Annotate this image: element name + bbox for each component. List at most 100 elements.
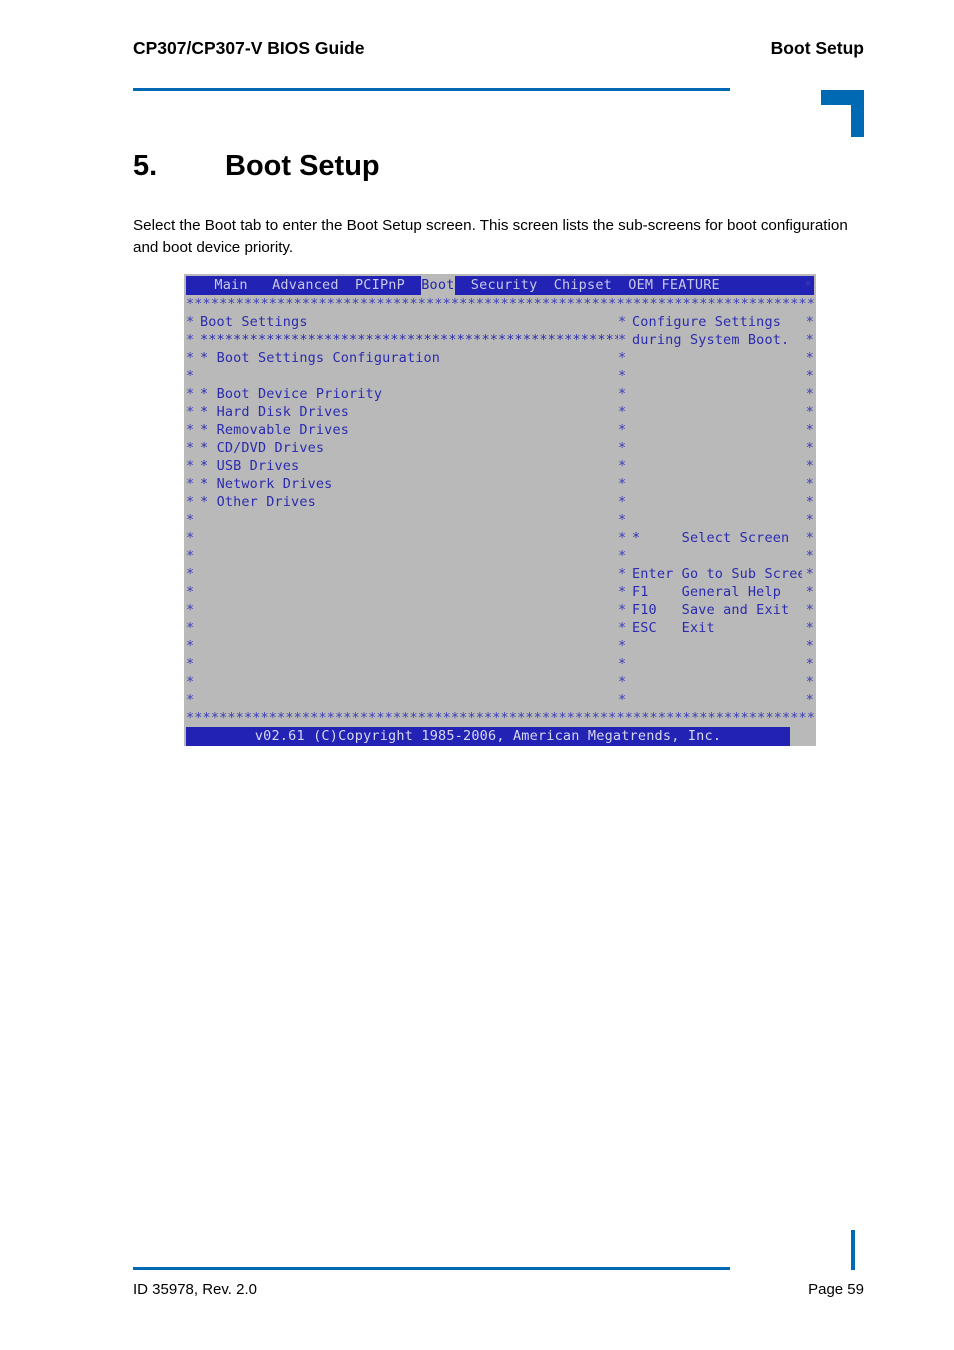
frame-edge-middle: * bbox=[618, 404, 627, 420]
frame-edge-middle: * bbox=[618, 530, 627, 546]
corner-marker-decoration bbox=[821, 90, 864, 137]
frame-edge-left: * bbox=[186, 530, 195, 546]
chapter-number: 5. bbox=[133, 150, 158, 182]
bios-empty-cell bbox=[200, 511, 618, 529]
page-title: 5. Boot Setup bbox=[133, 150, 380, 183]
bios-legend-action: General Help bbox=[648, 584, 782, 600]
frame-edge-right: * bbox=[805, 656, 814, 672]
bios-menu-item[interactable]: * Boot Device Priority bbox=[200, 385, 618, 403]
bios-menu-item[interactable]: * USB Drives bbox=[200, 457, 618, 475]
frame-edge-right: * bbox=[805, 368, 814, 384]
bios-content-row: * * Other Drives * * bbox=[186, 493, 814, 511]
bios-menu-item[interactable]: * CD/DVD Drives bbox=[200, 439, 618, 457]
bios-panel-title-underline: ****************************************… bbox=[200, 332, 618, 348]
frame-edge-middle: * bbox=[618, 350, 627, 366]
frame-edge-right: * bbox=[805, 512, 814, 528]
bios-legend-action: Select Screen bbox=[640, 530, 790, 546]
bios-content-row: * * Boot Device Priority * * bbox=[186, 385, 814, 403]
bios-content-row: * * USB Drives * * bbox=[186, 457, 814, 475]
bios-tab-pcipnp[interactable]: PCIPnP bbox=[355, 276, 405, 295]
bios-content-row: * * Removable Drives * * bbox=[186, 421, 814, 439]
bios-tab-main[interactable]: Main bbox=[214, 276, 247, 295]
frame-edge-left: * bbox=[186, 602, 195, 618]
bios-menu-item[interactable]: * Other Drives bbox=[200, 493, 618, 511]
frame-edge-middle: * bbox=[618, 494, 627, 510]
bios-legend-entry: F1 General Help bbox=[632, 583, 802, 601]
frame-edge-middle: * bbox=[618, 422, 627, 438]
bios-content-row: * * * bbox=[186, 367, 814, 385]
bios-bottom-padding bbox=[184, 746, 816, 749]
bios-tab-chipset[interactable]: Chipset bbox=[554, 276, 612, 295]
document-title: CP307/CP307-V BIOS Guide bbox=[133, 38, 365, 58]
bios-empty-cell bbox=[200, 367, 618, 385]
bios-empty-cell bbox=[200, 529, 618, 547]
bios-help-line-1: Configure Settings bbox=[632, 314, 781, 330]
frame-edge-right: * bbox=[805, 332, 814, 348]
bios-empty-cell bbox=[632, 637, 802, 655]
frame-edge-middle: * bbox=[618, 584, 627, 600]
bios-content-row: * * CD/DVD Drives * * bbox=[186, 439, 814, 457]
frame-edge-right: * bbox=[805, 386, 814, 402]
frame-edge-left: * bbox=[186, 548, 195, 564]
frame-edge-right: * bbox=[805, 404, 814, 420]
bios-panel-title-row: * Boot Settings * Configure Settings * bbox=[186, 313, 814, 331]
frame-edge-right: * bbox=[805, 620, 814, 636]
frame-edge-right: * bbox=[805, 458, 814, 474]
bios-tab-boot[interactable]: Boot bbox=[421, 276, 455, 295]
bios-legend-entry: Enter Go to Sub Screen bbox=[632, 565, 802, 583]
bios-menu-item-bullet: * bbox=[200, 440, 217, 456]
frame-edge-left: * bbox=[186, 458, 195, 474]
bios-legend-entry: * Select Screen bbox=[632, 529, 802, 547]
frame-edge-right: * bbox=[805, 692, 814, 708]
frame-edge-right: * bbox=[805, 314, 814, 330]
menubar-edge-star: * bbox=[803, 277, 812, 294]
bios-legend-action: Save and Exit bbox=[656, 602, 790, 618]
bios-empty-cell bbox=[200, 637, 618, 655]
frame-edge-left: * bbox=[186, 350, 195, 366]
bios-tab-oem-feature[interactable]: OEM FEATURE bbox=[628, 276, 720, 295]
bios-status-bar: v02.61 (C)Copyright 1985-2006, American … bbox=[186, 727, 790, 746]
bios-tab-security[interactable]: Security bbox=[471, 276, 538, 295]
bios-empty-cell bbox=[632, 691, 802, 709]
header-chapter-label: Boot Setup bbox=[770, 38, 864, 58]
bios-legend-entry: F10 Save and Exit bbox=[632, 601, 802, 619]
bios-empty-cell bbox=[200, 547, 618, 565]
bios-tab-advanced[interactable]: Advanced bbox=[272, 276, 339, 295]
bios-menu-bar: Main Advanced PCIPnP Boot Security Chips… bbox=[186, 276, 814, 295]
frame-edge-middle: * bbox=[618, 368, 627, 384]
bios-content-row: * * * bbox=[186, 655, 814, 673]
bios-menu-item[interactable]: * Removable Drives bbox=[200, 421, 618, 439]
bios-menu-item[interactable]: * Hard Disk Drives bbox=[200, 403, 618, 421]
bios-content-row: * * Hard Disk Drives * * bbox=[186, 403, 814, 421]
frame-edge-right: * bbox=[805, 638, 814, 654]
bios-content-row: * * * bbox=[186, 547, 814, 565]
frame-edge-right: * bbox=[805, 530, 814, 546]
bios-legend-key: F1 bbox=[632, 584, 649, 600]
bios-empty-cell bbox=[632, 367, 802, 385]
frame-edge-left: * bbox=[186, 476, 195, 492]
bios-content-row: * * Enter Go to Sub Screen * bbox=[186, 565, 814, 583]
bios-empty-cell bbox=[632, 385, 802, 403]
bios-empty-cell bbox=[632, 511, 802, 529]
bios-menu-item[interactable]: * Network Drives bbox=[200, 475, 618, 493]
bios-empty-cell bbox=[200, 619, 618, 637]
bios-content-row: * * * Select Screen * bbox=[186, 529, 814, 547]
bios-content-row: * * Boot Settings Configuration * * bbox=[186, 349, 814, 367]
frame-edge-left: * bbox=[186, 386, 195, 402]
bios-frame-rule-bottom: ****************************************… bbox=[186, 710, 814, 726]
frame-edge-middle: * bbox=[618, 638, 627, 654]
bios-empty-cell bbox=[200, 565, 618, 583]
bios-content-row: * * * bbox=[186, 511, 814, 529]
bios-content-row: * * * bbox=[186, 691, 814, 709]
bios-menu-item[interactable]: * Boot Settings Configuration bbox=[200, 349, 618, 367]
frame-edge-left: * bbox=[186, 332, 195, 348]
bios-empty-cell bbox=[632, 403, 802, 421]
frame-edge-left: * bbox=[186, 566, 195, 582]
bios-empty-cell bbox=[200, 673, 618, 691]
footer-divider-rule-right bbox=[851, 1230, 855, 1270]
frame-edge-left: * bbox=[186, 422, 195, 438]
bios-empty-cell bbox=[632, 493, 802, 511]
bios-legend-key: Enter bbox=[632, 566, 674, 582]
document-id: ID 35978, Rev. 2.0 bbox=[133, 1281, 257, 1298]
frame-edge-right: * bbox=[805, 674, 814, 690]
